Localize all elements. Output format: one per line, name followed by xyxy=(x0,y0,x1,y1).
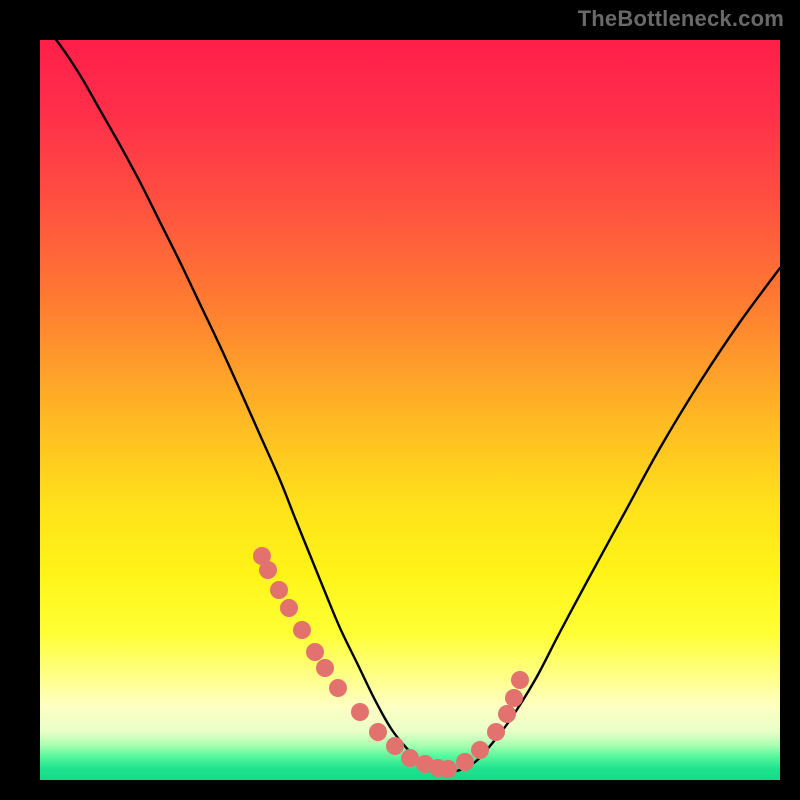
highlight-dot xyxy=(306,643,324,661)
highlight-dot xyxy=(471,741,489,759)
highlight-dot xyxy=(351,703,369,721)
highlight-dot xyxy=(369,723,387,741)
highlight-dot xyxy=(487,723,505,741)
highlight-dot xyxy=(439,760,457,778)
highlight-dot xyxy=(505,689,523,707)
plot-area xyxy=(40,40,780,780)
chart-frame: TheBottleneck.com xyxy=(0,0,800,800)
highlight-dots xyxy=(253,547,529,778)
highlight-dot xyxy=(259,561,277,579)
highlight-dot xyxy=(316,659,334,677)
curve-layer xyxy=(40,40,780,780)
watermark-text: TheBottleneck.com xyxy=(578,6,784,32)
highlight-dot xyxy=(280,599,298,617)
highlight-dot xyxy=(270,581,288,599)
highlight-dot xyxy=(386,737,404,755)
highlight-dot xyxy=(456,753,474,771)
highlight-dot xyxy=(329,679,347,697)
highlight-dot xyxy=(498,705,516,723)
bottleneck-curve xyxy=(40,40,780,772)
highlight-dot xyxy=(293,621,311,639)
highlight-dot xyxy=(511,671,529,689)
